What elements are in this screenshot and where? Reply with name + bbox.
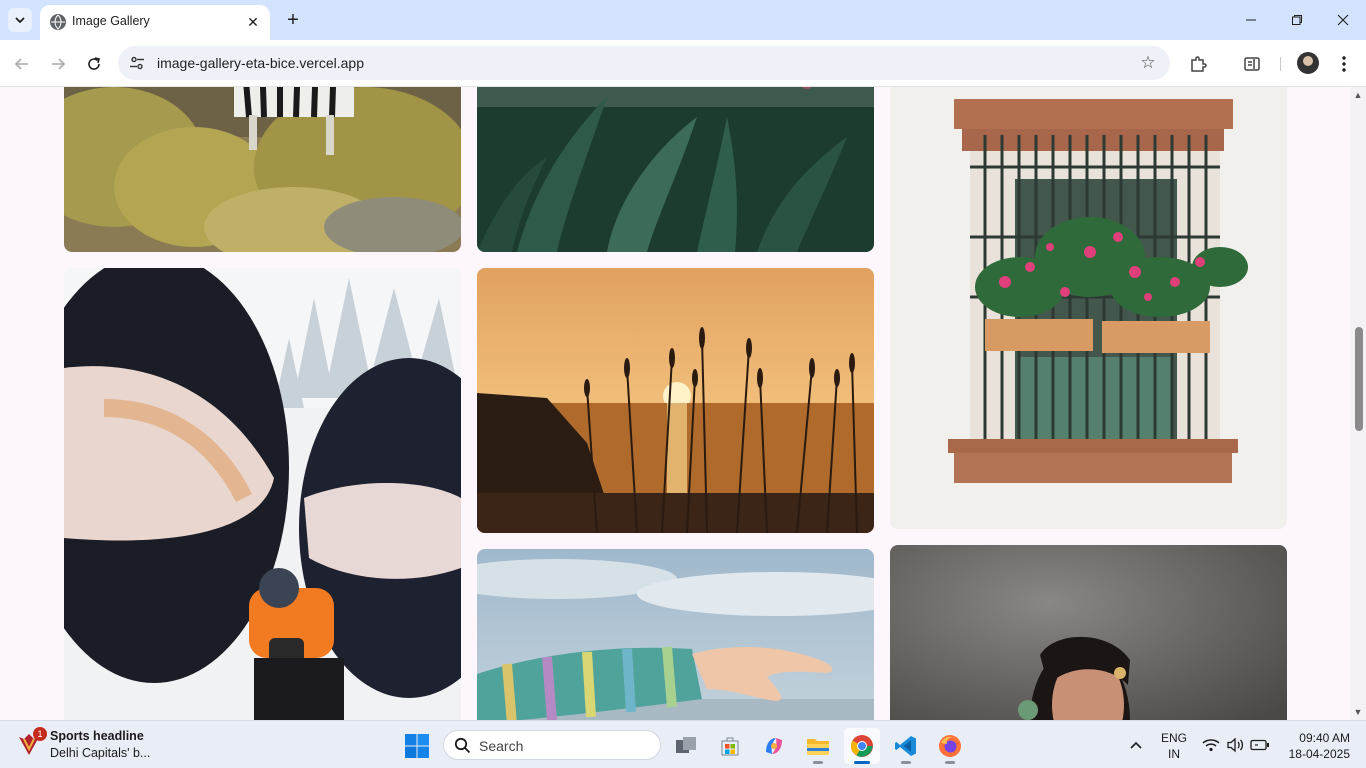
new-tab-button[interactable]: + (282, 9, 304, 31)
copilot-button[interactable] (756, 728, 792, 764)
globe-icon (50, 14, 66, 30)
page-scrollbar[interactable]: ▲ ▼ (1350, 87, 1366, 720)
task-view-icon (676, 737, 696, 753)
clock-time: 09:40 AM (1299, 731, 1350, 745)
scroll-up-arrow-icon[interactable]: ▲ (1353, 90, 1363, 100)
browser-toolbar: image-gallery-eta-bice.vercel.app ☆ (0, 40, 1366, 87)
kebab-menu-icon (1342, 56, 1346, 72)
reading-list-button[interactable] (1239, 51, 1265, 77)
arrow-right-icon (52, 58, 66, 70)
news-widget[interactable]: 1 Sports headline Delhi Capitals' b... (16, 727, 166, 763)
wifi-status[interactable] (1201, 721, 1221, 768)
close-window-button[interactable] (1320, 0, 1366, 40)
windows-taskbar: 1 Sports headline Delhi Capitals' b... S… (0, 720, 1366, 768)
windows-start-icon[interactable] (404, 733, 430, 759)
search-icon (454, 737, 471, 754)
vscode-icon (895, 736, 916, 756)
arrow-left-icon (14, 58, 28, 70)
toolbar-divider (1280, 57, 1281, 71)
forward-button[interactable] (45, 51, 71, 77)
back-button[interactable] (9, 51, 35, 77)
close-icon (1337, 14, 1349, 26)
vscode-button[interactable] (888, 728, 924, 764)
tab-image-gallery[interactable]: Image Gallery ✕ (40, 5, 270, 40)
tab-search-button[interactable] (8, 8, 32, 32)
side-panel-icon (1244, 57, 1260, 71)
scrollbar-thumb[interactable] (1355, 327, 1363, 431)
menu-button[interactable] (1331, 51, 1357, 77)
news-badge: 1 (33, 727, 47, 741)
language-code: ENG (1160, 731, 1187, 745)
browser-titlebar: Image Gallery ✕ + (0, 0, 1366, 40)
battery-status[interactable] (1249, 721, 1271, 768)
photo-zebra-grassland[interactable] (64, 87, 461, 252)
clock-date: 18-04-2025 (1288, 747, 1350, 761)
system-clock[interactable]: 09:40 AM 18-04-2025 (1284, 730, 1350, 762)
photo-snow-helmets-photographer[interactable] (64, 268, 461, 720)
language-indicator[interactable]: ENG IN (1158, 730, 1190, 762)
chevron-up-icon (1130, 741, 1142, 749)
region-code: IN (1168, 747, 1180, 761)
minimize-icon (1246, 19, 1256, 21)
profile-avatar[interactable] (1297, 52, 1319, 74)
firefox-icon (939, 735, 961, 757)
minimize-button[interactable] (1228, 0, 1274, 40)
firefox-button[interactable] (932, 728, 968, 764)
photo-bride-portrait[interactable] (890, 545, 1287, 720)
running-indicator (813, 761, 823, 764)
photo-window-flowerbox[interactable] (890, 87, 1287, 529)
url-text[interactable]: image-gallery-eta-bice.vercel.app (157, 55, 364, 71)
chrome-button[interactable] (844, 728, 880, 764)
show-hidden-icons-button[interactable] (1125, 721, 1147, 768)
address-bar[interactable]: image-gallery-eta-bice.vercel.app ☆ (118, 46, 1170, 80)
chevron-down-icon (15, 17, 25, 24)
copilot-icon (766, 738, 782, 754)
battery-icon (1250, 739, 1269, 751)
store-icon (721, 737, 739, 756)
photo-knit-sleeve-hand[interactable] (477, 549, 874, 720)
reload-button[interactable] (81, 51, 107, 77)
tab-title: Image Gallery (72, 14, 150, 28)
wifi-icon (1202, 739, 1220, 752)
volume-status[interactable] (1225, 721, 1245, 768)
folder-icon (807, 739, 829, 755)
extensions-button[interactable] (1185, 51, 1211, 77)
site-settings-icon[interactable] (128, 54, 146, 72)
taskbar-search-box[interactable]: Search (443, 730, 661, 760)
chrome-icon (851, 735, 873, 757)
microsoft-store-button[interactable] (712, 728, 748, 764)
running-indicator (901, 761, 911, 764)
reload-icon (88, 57, 100, 70)
scroll-down-arrow-icon[interactable]: ▼ (1353, 707, 1363, 717)
gallery-page (0, 87, 1350, 720)
running-indicator (945, 761, 955, 764)
bookmark-star-icon[interactable]: ☆ (1138, 53, 1158, 73)
restore-icon (1292, 15, 1302, 25)
file-explorer-button[interactable] (800, 728, 836, 764)
news-subtitle: Delhi Capitals' b... (50, 746, 151, 760)
restore-button[interactable] (1274, 0, 1320, 40)
speaker-icon (1227, 737, 1244, 753)
photo-green-leaves[interactable] (477, 87, 874, 252)
news-headline: Sports headline (50, 729, 144, 743)
task-view-button[interactable] (668, 728, 704, 764)
taskbar-search-placeholder: Search (479, 738, 524, 754)
tab-close-icon[interactable]: ✕ (244, 13, 262, 31)
active-indicator (854, 761, 870, 764)
photo-sunset-sea-grass[interactable] (477, 268, 874, 533)
puzzle-icon (1191, 56, 1207, 72)
